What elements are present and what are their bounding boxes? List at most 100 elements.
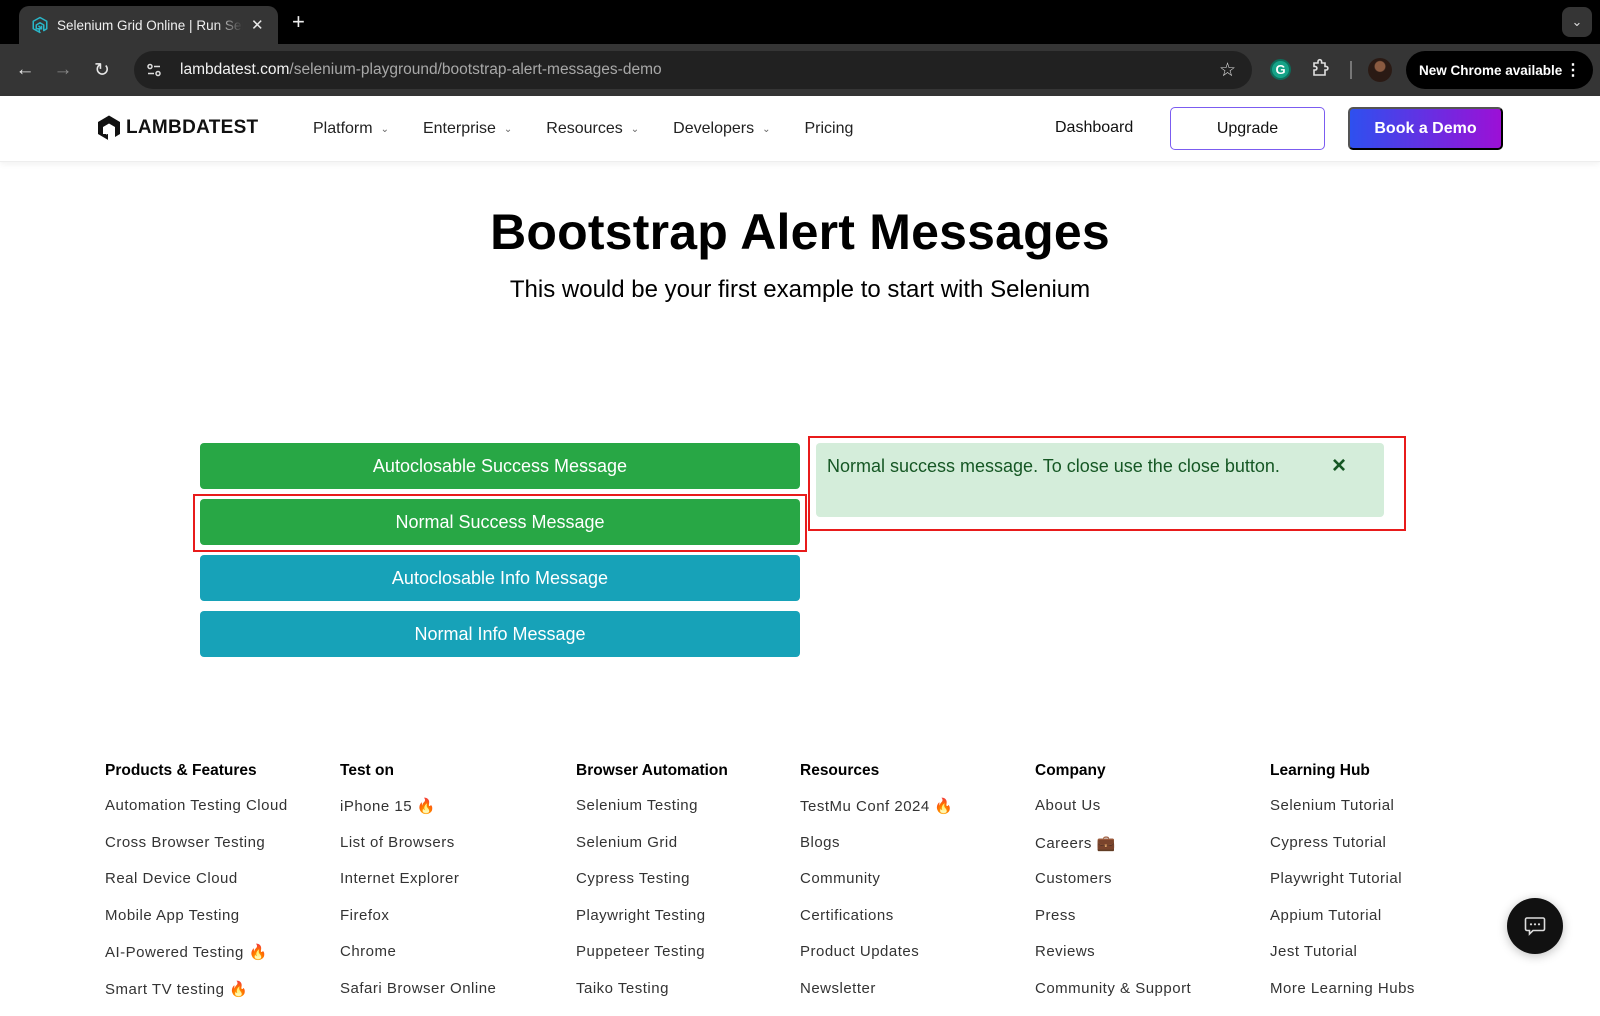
dashboard-link[interactable]: Dashboard xyxy=(1055,119,1133,137)
footer-link[interactable]: Newsletter xyxy=(800,980,954,1016)
tab-close-icon[interactable]: ✕ xyxy=(251,16,264,34)
footer-column-resources: Resources TestMu Conf 2024 🔥 Blogs Commu… xyxy=(800,762,954,1016)
footer-heading: Company xyxy=(1035,762,1191,780)
nav-resources[interactable]: Resources ⌄ xyxy=(546,120,639,138)
autoclosable-success-button[interactable]: Autoclosable Success Message xyxy=(200,443,800,489)
footer-link[interactable]: Puppeteer Testing xyxy=(576,943,728,980)
footer-heading: Products & Features xyxy=(105,762,288,780)
chevron-down-icon: ⌄ xyxy=(762,124,770,135)
footer-link[interactable]: About Us xyxy=(1035,797,1191,834)
footer-link[interactable]: Customers xyxy=(1035,870,1191,907)
normal-success-button[interactable]: Normal Success Message xyxy=(200,499,800,545)
footer-link[interactable]: Internet Explorer xyxy=(340,870,496,907)
browser-toolbar: ← → ↻ lambdatest.com/selenium-playground… xyxy=(0,44,1600,96)
nav-pricing[interactable]: Pricing xyxy=(804,120,853,138)
footer-link[interactable]: Smart TV testing 🔥 xyxy=(105,980,288,1016)
grammarly-extension-icon[interactable]: G xyxy=(1270,59,1291,80)
footer-link[interactable]: Blogs xyxy=(800,834,954,871)
chevron-down-icon: ⌄ xyxy=(504,124,512,135)
site-info-icon[interactable] xyxy=(144,60,164,80)
footer-link[interactable]: Certifications xyxy=(800,907,954,944)
page-title: Bootstrap Alert Messages xyxy=(0,203,1600,261)
main-nav: Platform ⌄ Enterprise ⌄ Resources ⌄ Develop… xyxy=(313,96,887,162)
footer-link[interactable]: Reviews xyxy=(1035,943,1191,980)
url-host: lambdatest.com xyxy=(180,61,289,78)
footer-link[interactable]: Press xyxy=(1035,907,1191,944)
footer-link[interactable]: Taiko Testing xyxy=(576,980,728,1016)
nav-label: Developers xyxy=(673,120,754,138)
nav-label: Resources xyxy=(546,120,622,138)
lambdatest-logo-icon xyxy=(96,114,122,142)
lambdatest-logo[interactable]: LAMBDATEST xyxy=(96,114,258,142)
upgrade-button[interactable]: Upgrade xyxy=(1170,107,1325,150)
footer-link[interactable]: Selenium Grid xyxy=(576,834,728,871)
chat-widget-button[interactable] xyxy=(1507,898,1563,954)
footer-link[interactable]: Cypress Tutorial xyxy=(1270,834,1415,871)
footer-link[interactable]: Playwright Tutorial xyxy=(1270,870,1415,907)
footer-link[interactable]: Selenium Testing xyxy=(576,797,728,834)
success-alert: Normal success message. To close use the… xyxy=(816,443,1384,517)
tab-title: Selenium Grid Online | Run Selenium Test… xyxy=(57,18,243,33)
footer-link[interactable]: Chrome xyxy=(340,943,496,980)
browser-tab-strip: Selenium Grid Online | Run Selenium Test… xyxy=(0,0,1600,44)
address-bar[interactable]: lambdatest.com/selenium-playground/boots… xyxy=(134,51,1252,89)
footer-column-learning-hub: Learning Hub Selenium Tutorial Cypress T… xyxy=(1270,762,1415,1016)
footer-link[interactable]: Selenium Tutorial xyxy=(1270,797,1415,834)
nav-label: Platform xyxy=(313,120,373,138)
footer-heading: Resources xyxy=(800,762,954,780)
footer-heading: Browser Automation xyxy=(576,762,728,780)
footer-link[interactable]: Safari Browser Online xyxy=(340,980,496,1016)
footer-link[interactable]: Community xyxy=(800,870,954,907)
footer-link[interactable]: Cross Browser Testing xyxy=(105,834,288,871)
nav-label: Enterprise xyxy=(423,120,496,138)
normal-info-button[interactable]: Normal Info Message xyxy=(200,611,800,657)
chevron-down-icon: ⌄ xyxy=(631,124,639,135)
footer-link[interactable]: Real Device Cloud xyxy=(105,870,288,907)
profile-avatar[interactable] xyxy=(1368,58,1392,82)
footer-link[interactable]: List of Browsers xyxy=(340,834,496,871)
reload-button[interactable]: ↻ xyxy=(88,56,116,84)
bookmark-star-icon[interactable]: ☆ xyxy=(1219,59,1236,82)
chrome-menu-icon[interactable]: ⋮ xyxy=(1565,60,1581,80)
update-chip-label: New Chrome available xyxy=(1419,63,1562,78)
nav-platform[interactable]: Platform ⌄ xyxy=(313,120,389,138)
url-text[interactable]: lambdatest.com/selenium-playground/boots… xyxy=(180,61,662,79)
book-demo-button[interactable]: Book a Demo xyxy=(1348,107,1503,150)
footer-link[interactable]: Automation Testing Cloud xyxy=(105,797,288,834)
footer-heading: Learning Hub xyxy=(1270,762,1415,780)
footer-link[interactable]: TestMu Conf 2024 🔥 xyxy=(800,797,954,834)
nav-enterprise[interactable]: Enterprise ⌄ xyxy=(423,120,512,138)
tab-search-button[interactable]: ⌄ xyxy=(1562,7,1592,37)
footer-link[interactable]: Careers 💼 xyxy=(1035,834,1191,871)
nav-developers[interactable]: Developers ⌄ xyxy=(673,120,770,138)
close-icon[interactable]: × xyxy=(1332,453,1346,479)
new-tab-button[interactable]: + xyxy=(292,9,305,35)
footer-link[interactable]: Cypress Testing xyxy=(576,870,728,907)
footer-link[interactable]: Mobile App Testing xyxy=(105,907,288,944)
back-button[interactable]: ← xyxy=(11,56,39,84)
footer-link[interactable]: Jest Tutorial xyxy=(1270,943,1415,980)
extensions-puzzle-icon[interactable] xyxy=(1310,58,1330,83)
footer-link[interactable]: iPhone 15 🔥 xyxy=(340,797,496,834)
new-chrome-available-button[interactable]: New Chrome available ⋮ xyxy=(1406,51,1593,89)
lambdatest-favicon-icon xyxy=(31,16,49,34)
chevron-down-icon: ⌄ xyxy=(381,124,389,135)
footer-link[interactable]: Appium Tutorial xyxy=(1270,907,1415,944)
url-path: /selenium-playground/bootstrap-alert-mes… xyxy=(289,61,661,78)
autoclosable-info-button[interactable]: Autoclosable Info Message xyxy=(200,555,800,601)
footer-link[interactable]: Community & Support xyxy=(1035,980,1191,1016)
footer-column-products: Products & Features Automation Testing C… xyxy=(105,762,288,1016)
alert-message: Normal success message. To close use the… xyxy=(827,456,1280,476)
forward-button[interactable]: → xyxy=(49,56,77,84)
site-header: LAMBDATEST Platform ⌄ Enterprise ⌄ Resourc… xyxy=(0,96,1600,162)
footer-link[interactable]: Product Updates xyxy=(800,943,954,980)
footer-heading: Test on xyxy=(340,762,496,780)
footer-link[interactable]: Firefox xyxy=(340,907,496,944)
footer-column-test-on: Test on iPhone 15 🔥 List of Browsers Int… xyxy=(340,762,496,1016)
toolbar-divider xyxy=(1350,61,1352,79)
nav-label: Pricing xyxy=(804,120,853,138)
footer-link[interactable]: More Learning Hubs xyxy=(1270,980,1415,1016)
footer-link[interactable]: AI-Powered Testing 🔥 xyxy=(105,943,288,980)
footer-link[interactable]: Playwright Testing xyxy=(576,907,728,944)
browser-tab-active[interactable]: Selenium Grid Online | Run Selenium Test… xyxy=(19,6,278,44)
